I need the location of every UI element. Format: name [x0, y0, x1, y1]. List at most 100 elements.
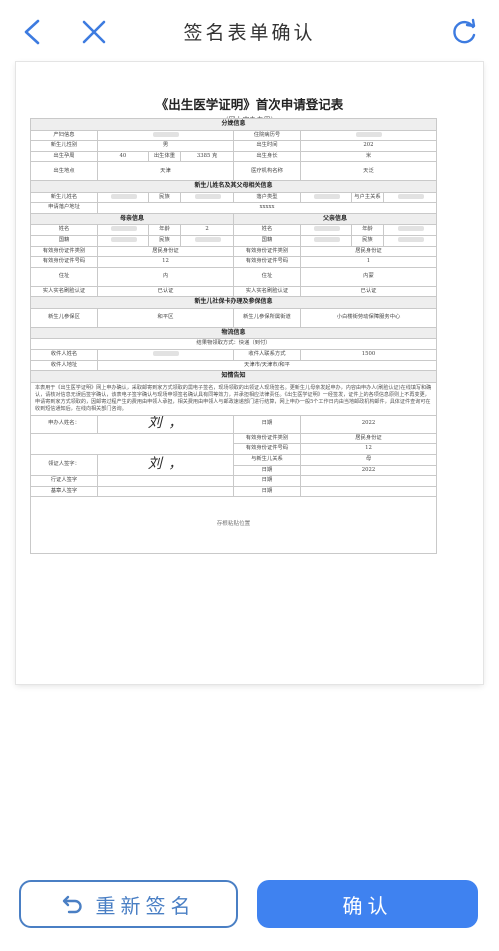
cell-label: 出生体重	[147, 150, 182, 163]
cell-label: 收件人联系方式	[232, 349, 301, 361]
cell-label: 与新生儿关系	[232, 453, 301, 466]
cell-value	[180, 235, 234, 247]
cell-value: 内蒙	[299, 266, 438, 287]
signature-text: 刘 ，	[147, 455, 184, 472]
section-name: 新生儿姓名及其父母相关信息	[30, 180, 437, 193]
signature-text: 刘 ，	[147, 415, 184, 431]
cell-label: 新生儿参保所属街道	[232, 307, 301, 328]
cell-label: 年龄	[147, 224, 182, 237]
cell-label: 收件人地址	[30, 359, 98, 372]
stamp-area: 存根粘贴位置	[30, 496, 437, 555]
cell-value	[180, 191, 234, 204]
cell-label: 有效身份证件号码	[232, 256, 301, 268]
cell-label: 出生身长	[232, 150, 301, 163]
cell-label: 有效身份证件号码	[232, 443, 301, 455]
cell-label: 申办人姓名：	[30, 414, 98, 434]
cell-value: 小白楼街劳动保障服务中心	[299, 307, 438, 328]
cell-label: 与户主关系	[350, 191, 385, 204]
confirm-button[interactable]: 确认	[257, 880, 478, 928]
cell-label: 新生儿参保区	[30, 307, 98, 328]
undo-icon	[62, 895, 82, 914]
cell-label: 日期	[232, 414, 301, 434]
cell-label: 民族	[147, 235, 182, 247]
page-title: 签名表单确认	[183, 22, 316, 44]
cell-label: 医疗机构名称	[232, 161, 301, 182]
cell-value: xxxxx	[96, 202, 438, 214]
cell-value: 和平区	[96, 307, 234, 328]
registration-table: 分娩信息 产妇信息 住院病历号 新生儿性别 男 出生时间 202 出生孕周 40…	[30, 118, 438, 555]
cell-value: 12	[299, 443, 438, 455]
cell-value: 1	[299, 256, 438, 268]
cell-value	[96, 485, 234, 498]
cell-label: 年龄	[350, 224, 385, 237]
cell-value: 1500	[299, 349, 438, 361]
cell-label: 日期	[232, 464, 301, 477]
cell-label: 出生时间	[232, 140, 301, 152]
cell-value	[383, 191, 437, 204]
cell-value	[383, 224, 437, 237]
cell-label: 落户类型	[232, 191, 301, 204]
resign-label: 重新签名	[95, 893, 196, 918]
cell-value	[299, 191, 352, 204]
cell-label: 领证人签字：	[30, 453, 98, 477]
cell-value: 2022	[299, 464, 438, 477]
cell-value	[299, 129, 438, 142]
cell-label: 收件人姓名	[30, 349, 98, 361]
section-birth: 分娩信息	[30, 118, 437, 131]
cell-label: 产妇信息	[30, 129, 98, 142]
cell-label: 新生儿姓名	[30, 191, 98, 204]
section-mother: 母亲信息	[30, 212, 234, 226]
cell-value: 天泛	[299, 161, 438, 182]
resign-button[interactable]: 重新签名	[19, 880, 238, 928]
cell-label: 姓名	[30, 224, 98, 237]
cell-blank	[30, 432, 234, 455]
cell-value	[96, 191, 149, 204]
cell-label: 民族	[350, 235, 385, 247]
cell-label: 日期	[232, 485, 301, 498]
cell-label: 新生儿性别	[30, 140, 98, 152]
section-social: 新生儿社保卡办理及参保信息	[30, 296, 437, 309]
doc-title: 《出生医学证明》首次申请登记表	[155, 97, 344, 112]
cell-label: 出生地点	[30, 161, 98, 182]
delivery-method: 结果物领取方式：快递（到付）	[30, 338, 437, 351]
cell-value: 已认证	[299, 285, 438, 298]
cell-value: 居民身份证	[299, 432, 438, 445]
notice-text: 本表用于《出生医学证明》网上申办确认，采取邮寄到家方式领取的需电子签名，现场领取…	[30, 381, 437, 416]
cell-value: 2022	[299, 414, 438, 434]
cell-label: 住院病历号	[232, 129, 301, 142]
cell-label: 行证人签字	[30, 475, 98, 487]
cell-label: 有效身份证件类别	[232, 245, 301, 258]
cell-value	[96, 129, 234, 142]
cell-value: 天津	[96, 161, 234, 182]
cell-value	[96, 475, 234, 487]
cell-value: 已认证	[96, 285, 234, 298]
cell-label: 住址	[30, 266, 98, 287]
cell-value: 米	[299, 150, 438, 163]
cell-value	[96, 349, 234, 361]
cell-value	[383, 235, 437, 247]
section-notice: 知情告知	[30, 370, 437, 383]
cell-value	[299, 235, 352, 247]
cell-value: 男	[96, 140, 234, 152]
cell-value: 居民身份证	[96, 245, 234, 258]
applicant-signature: 刘 ，	[96, 414, 234, 434]
cell-label: 实人实名刷脸认证	[232, 285, 301, 298]
top-bar: 签名表单确认	[0, 0, 499, 64]
cell-value	[299, 485, 438, 498]
cell-value: 40	[96, 150, 149, 163]
section-logistics: 物流信息	[30, 326, 437, 340]
refresh-button[interactable]	[446, 14, 482, 50]
cell-value: 天津市/天津市/和平	[96, 359, 438, 372]
cell-value: 2	[180, 224, 234, 237]
refresh-icon	[453, 18, 476, 44]
cell-label: 申请落户地址	[30, 202, 98, 214]
cell-value	[299, 475, 438, 487]
bottom-actions: 重新签名 确认	[0, 878, 499, 938]
cell-label: 有效身份证件类别	[232, 432, 301, 445]
cell-label: 基章人签字	[30, 485, 98, 498]
cell-label: 日期	[232, 475, 301, 487]
cell-label: 国籍	[30, 235, 98, 247]
cell-value: 居民身份证	[299, 245, 438, 258]
cell-value: 内	[96, 266, 234, 287]
cell-label: 有效身份证件类别	[30, 245, 98, 258]
